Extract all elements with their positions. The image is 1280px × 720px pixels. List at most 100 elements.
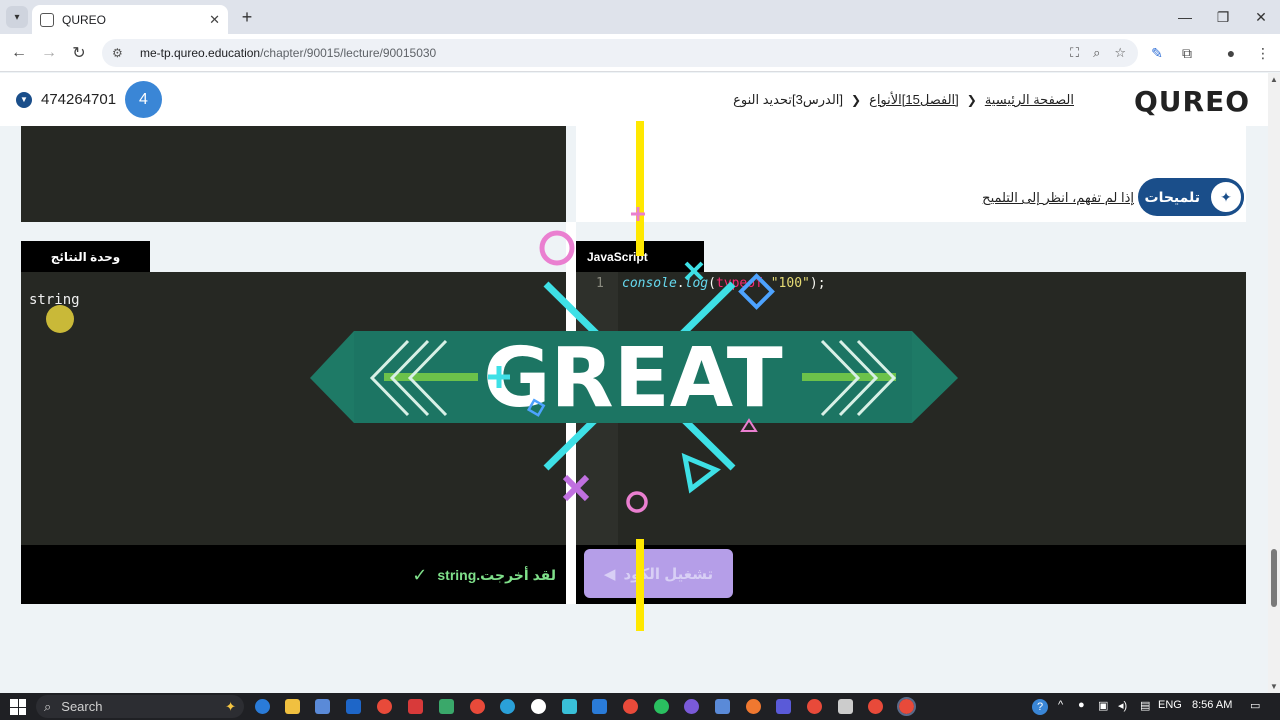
taskbar-search-label: Search (61, 699, 103, 714)
code-token-method: log (684, 276, 709, 291)
zoom-icon[interactable]: ⌕ (1093, 45, 1100, 61)
scrollbar-thumb[interactable] (1271, 549, 1277, 607)
breadcrumb-chapter[interactable]: [الفصل15]الأنواع (869, 92, 959, 108)
taskbar-search[interactable]: ⌕ Search ✦ (36, 695, 244, 718)
forward-button[interactable]: → (38, 42, 60, 64)
chrome-icon[interactable] (377, 699, 392, 714)
code-token-close: ); (809, 276, 826, 291)
scroll-up-icon[interactable]: ▲ (1270, 75, 1278, 84)
tab-search-button[interactable]: ▾ (6, 6, 28, 28)
success-message: لقد أخرجت.string ✓ (412, 565, 556, 586)
back-button[interactable]: ← (8, 42, 30, 64)
chrome-active-icon[interactable] (897, 697, 916, 716)
outlook-icon[interactable] (346, 699, 361, 714)
level-badge: 4 (125, 81, 162, 118)
edge-icon[interactable] (255, 699, 270, 714)
minimize-button[interactable]: — (1166, 0, 1204, 34)
close-window-button[interactable]: ✕ (1242, 0, 1280, 34)
volume-icon[interactable]: ◂) (1118, 699, 1127, 712)
results-tab[interactable]: وحدة النتائج (21, 241, 150, 272)
url-path: /chapter/90015/lecture/90015030 (260, 46, 437, 60)
reload-button[interactable]: ↻ (68, 42, 90, 64)
new-tab-button[interactable]: + (236, 6, 258, 28)
whatsapp-icon[interactable] (654, 699, 669, 714)
camera-icon[interactable]: ▣ (1098, 699, 1108, 712)
breadcrumb: الصفحة الرئيسية ❮ [الفصل15]الأنواع ❮ [ال… (733, 92, 1074, 108)
scroll-down-icon[interactable]: ▼ (1270, 682, 1278, 691)
site-favicon-icon (40, 12, 54, 27)
mouse-cursor-highlight (46, 305, 74, 333)
language-indicator[interactable]: ENG (1158, 699, 1182, 711)
address-bar[interactable]: ⚙ me-tp.qureo.education/chapter/90015/le… (102, 39, 1138, 67)
notes-icon[interactable] (439, 699, 454, 714)
telegram-icon[interactable] (500, 699, 515, 714)
clock[interactable]: 8:56 AM (1192, 699, 1232, 711)
chrome-window-icon[interactable] (807, 699, 822, 714)
close-tab-icon[interactable]: ✕ (209, 12, 220, 28)
site-header: ▼ 474264701 4 الصفحة الرئيسية ❮ [الفصل15… (0, 73, 1268, 126)
translate-icon[interactable]: ⛶ (1070, 45, 1079, 61)
chevron-down-icon: ▼ (16, 91, 32, 108)
profile-avatar-icon[interactable]: ● (1222, 44, 1240, 62)
user-id-text: 474264701 (41, 91, 117, 108)
code-token-object: console (622, 276, 677, 291)
notifications-icon[interactable]: ▭ (1250, 699, 1260, 712)
checkmark-icon: ✓ (412, 565, 428, 585)
chrome-second-icon[interactable] (868, 699, 883, 714)
extension-pen-icon[interactable]: ✎ (1148, 44, 1166, 62)
chrome-profile-icon[interactable] (470, 699, 485, 714)
editor-footer: تشغيل الكود ◀ (576, 545, 1246, 604)
code-line[interactable]: console.log(typeof "100"); (622, 276, 826, 291)
recorder-icon[interactable] (408, 699, 423, 714)
teams-icon[interactable] (776, 699, 791, 714)
postman-icon[interactable] (746, 699, 761, 714)
photos-icon[interactable] (715, 699, 730, 714)
hint-badge-label: تلميحات (1144, 188, 1201, 205)
code-token-dot: . (676, 276, 685, 291)
store-icon[interactable] (315, 699, 330, 714)
hint-link[interactable]: إذا لم تفهم، انظر إلى التلميح (982, 190, 1134, 206)
copilot-sparkle-icon: ✦ (225, 698, 236, 714)
chevron-left-icon: ❮ (966, 93, 977, 107)
microphone-icon[interactable]: ● (1078, 699, 1085, 711)
windows-taskbar: ⌕ Search ✦ ? ^ ● ▣ ◂) ▤ ENG 8:56 AM ▭ (0, 693, 1280, 720)
network-icon[interactable]: ▤ (1140, 699, 1150, 712)
browser-tab[interactable]: QUREO ✕ (32, 5, 228, 34)
chevron-left-icon: ❮ (851, 93, 862, 107)
results-panel: string (21, 272, 566, 545)
qureo-logo[interactable]: QUREO (1134, 85, 1250, 118)
app-icon[interactable] (531, 699, 546, 714)
settings-icon[interactable] (838, 699, 853, 714)
arduino-icon[interactable] (562, 699, 577, 714)
vscode-icon[interactable] (592, 699, 607, 714)
upper-output-panel (21, 126, 566, 222)
page-scrollbar[interactable]: ▲ ▼ (1268, 73, 1280, 693)
run-code-label: تشغيل الكود (623, 565, 714, 583)
browser-menu-icon[interactable]: ⋮ (1254, 44, 1272, 62)
user-menu[interactable]: ▼ 474264701 (16, 91, 116, 108)
code-editor[interactable]: 1 console.log(typeof "100"); (576, 272, 1246, 545)
help-icon[interactable]: ? (1032, 699, 1048, 715)
search-icon: ⌕ (44, 698, 52, 714)
code-token-string: "100" (770, 276, 810, 291)
editor-gutter (576, 272, 618, 545)
chrome-app-icon[interactable] (623, 699, 638, 714)
windows-start-icon[interactable] (10, 699, 26, 715)
chevron-up-icon[interactable]: ^ (1058, 699, 1063, 711)
hint-badge[interactable]: ✦ تلميحات (1138, 178, 1244, 216)
github-icon[interactable] (684, 699, 699, 714)
bookmark-star-icon[interactable]: ☆ (1114, 45, 1126, 61)
javascript-tab[interactable]: JavaScript (576, 241, 704, 272)
file-explorer-icon[interactable] (285, 699, 300, 714)
url-host: me-tp.qureo.education (140, 46, 261, 60)
breadcrumb-home[interactable]: الصفحة الرئيسية (985, 92, 1074, 108)
maximize-button[interactable]: ❐ (1204, 0, 1242, 34)
panel-divider[interactable] (566, 222, 576, 604)
tab-title: QUREO (62, 12, 107, 27)
extensions-puzzle-icon[interactable]: ⧉ (1178, 44, 1196, 62)
site-info-icon[interactable]: ⚙ (112, 46, 128, 60)
page-content: ▼ 474264701 4 الصفحة الرئيسية ❮ [الفصل15… (0, 73, 1268, 693)
run-code-button[interactable]: تشغيل الكود ◀ (584, 549, 733, 598)
code-token-keyword: typeof (715, 276, 763, 291)
